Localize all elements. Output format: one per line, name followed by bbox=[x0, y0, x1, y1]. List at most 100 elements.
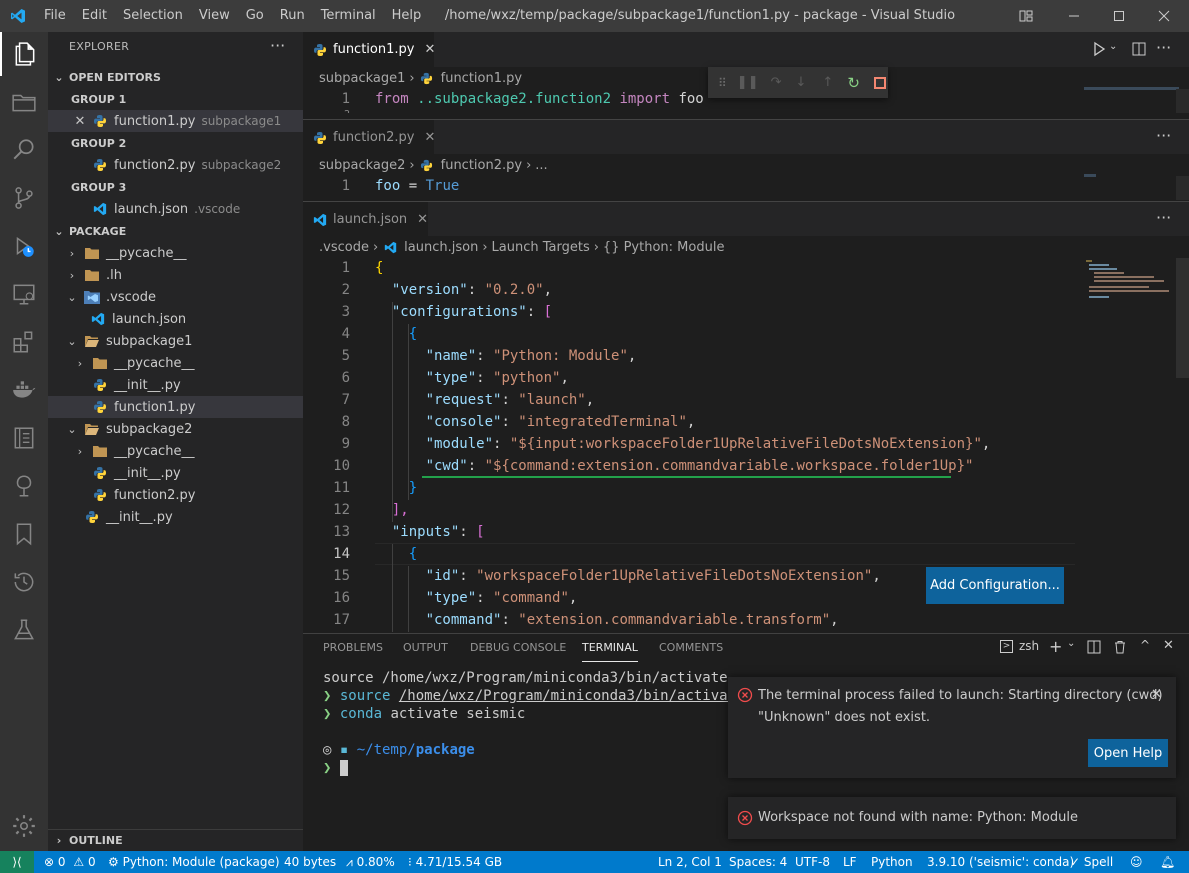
open-editor-function1[interactable]: ✕ function1.py subpackage1 bbox=[48, 110, 303, 132]
tree-folder-pycache[interactable]: › __pycache__ bbox=[48, 352, 303, 374]
layout-icon[interactable] bbox=[1003, 0, 1049, 32]
remote-explorer-icon[interactable] bbox=[0, 272, 48, 316]
breadcrumb-item[interactable]: .vscode bbox=[319, 240, 369, 255]
split-editor-icon[interactable] bbox=[1131, 41, 1147, 61]
step-into-icon[interactable]: ↓ bbox=[796, 75, 807, 90]
close-window-button[interactable] bbox=[1141, 0, 1187, 32]
history-icon[interactable] bbox=[0, 560, 48, 604]
encoding[interactable]: UTF-8 bbox=[795, 851, 830, 873]
search-icon[interactable] bbox=[0, 128, 48, 172]
indentation[interactable]: Spaces: 4 bbox=[729, 851, 787, 873]
tree-folder-pycache[interactable]: › __pycache__ bbox=[48, 440, 303, 462]
more-actions-icon[interactable]: ··· bbox=[1156, 208, 1171, 227]
close-notification-icon[interactable]: ✕ bbox=[1151, 687, 1162, 702]
package-section[interactable]: ⌄ PACKAGE bbox=[48, 220, 303, 242]
terminal-input[interactable]: ❯ bbox=[323, 760, 348, 776]
tree-file-function2[interactable]: function2.py bbox=[48, 484, 303, 506]
spell-check[interactable]: ✓ Spell bbox=[1070, 851, 1113, 873]
docker-icon[interactable] bbox=[0, 368, 48, 412]
menu-view[interactable]: View bbox=[191, 0, 238, 32]
menu-terminal[interactable]: Terminal bbox=[313, 0, 384, 32]
bookmark-icon[interactable] bbox=[0, 512, 48, 556]
editor-2-code[interactable]: 1 foo = True bbox=[303, 176, 1189, 200]
step-over-icon[interactable]: ↷ bbox=[771, 75, 782, 90]
tree-folder-vscode[interactable]: ⌄ .vscode bbox=[48, 286, 303, 308]
breadcrumb-item[interactable]: {} Python: Module bbox=[603, 240, 725, 255]
close-icon[interactable]: ✕ bbox=[72, 114, 88, 129]
tree-folder-lh[interactable]: › .lh bbox=[48, 264, 303, 286]
breadcrumb-item[interactable]: subpackage2 bbox=[319, 158, 405, 173]
run-python-icon[interactable] bbox=[1091, 41, 1107, 61]
source-control-icon[interactable] bbox=[0, 176, 48, 220]
open-editors-section[interactable]: ⌄ OPEN EDITORS bbox=[48, 66, 303, 88]
close-tab-icon[interactable]: ✕ bbox=[424, 130, 435, 145]
tab-comments[interactable]: COMMENTS bbox=[659, 634, 723, 662]
scrollbar-thumb[interactable] bbox=[1176, 258, 1189, 378]
feedback-icon[interactable]: ☺ bbox=[1130, 851, 1143, 873]
chevron-down-icon[interactable]: ⌄ bbox=[1067, 638, 1075, 649]
scrollbar[interactable] bbox=[1176, 89, 1189, 113]
breadcrumb-item[interactable]: ... bbox=[535, 158, 547, 173]
tree-icon[interactable] bbox=[0, 464, 48, 508]
new-terminal-icon[interactable]: + bbox=[1049, 637, 1062, 656]
menu-file[interactable]: File bbox=[36, 0, 74, 32]
add-configuration-button[interactable]: Add Configuration... bbox=[926, 567, 1064, 604]
tab-function2[interactable]: function2.py ✕ bbox=[303, 120, 435, 155]
split-terminal-icon[interactable] bbox=[1087, 640, 1101, 658]
folder-icon[interactable] bbox=[0, 80, 48, 124]
menu-run[interactable]: Run bbox=[272, 0, 313, 32]
menu-selection[interactable]: Selection bbox=[115, 0, 191, 32]
run-debug-icon[interactable] bbox=[0, 224, 48, 268]
python-interpreter[interactable]: 3.9.10 ('seismic': conda) bbox=[927, 851, 1074, 873]
explorer-icon[interactable] bbox=[0, 32, 48, 76]
line-ending[interactable]: LF bbox=[843, 851, 857, 873]
breadcrumb-item[interactable]: subpackage1 bbox=[319, 71, 405, 86]
book-icon[interactable] bbox=[0, 416, 48, 460]
tree-folder-subpackage1[interactable]: ⌄ subpackage1 bbox=[48, 330, 303, 352]
drag-handle-icon[interactable]: ⠿ bbox=[718, 76, 727, 90]
problems-indicator[interactable]: ⊗ 0 ⚠ 0 bbox=[44, 851, 96, 873]
manage-gear-icon[interactable] bbox=[0, 804, 48, 848]
tab-problems[interactable]: PROBLEMS bbox=[323, 634, 383, 662]
tab-function1[interactable]: function1.py ✕ bbox=[303, 32, 435, 67]
step-out-icon[interactable]: ↑ bbox=[822, 75, 833, 90]
pause-icon[interactable]: ❚❚ bbox=[737, 75, 759, 90]
restart-icon[interactable]: ↻ bbox=[847, 74, 860, 92]
cursor-position[interactable]: Ln 2, Col 1 bbox=[658, 851, 722, 873]
tree-folder-subpackage2[interactable]: ⌄ subpackage2 bbox=[48, 418, 303, 440]
tab-launch-json[interactable]: launch.json ✕ bbox=[303, 202, 428, 237]
testing-icon[interactable] bbox=[0, 608, 48, 652]
tab-debug-console[interactable]: DEBUG CONSOLE bbox=[470, 634, 566, 662]
scrollbar[interactable] bbox=[1176, 176, 1189, 200]
tab-output[interactable]: OUTPUT bbox=[403, 634, 448, 662]
language-mode[interactable]: Python bbox=[871, 851, 913, 873]
close-tab-icon[interactable]: ✕ bbox=[417, 212, 428, 227]
editor-3-code[interactable]: 1 2 3 4 5 6 7 8 9 10 11 12 13 14 15 16 1… bbox=[303, 258, 1189, 632]
open-help-button[interactable]: Open Help bbox=[1088, 739, 1168, 767]
terminal-shell-selector[interactable]: > zsh bbox=[1000, 639, 1039, 653]
breadcrumb-item[interactable]: function1.py bbox=[441, 71, 522, 86]
more-actions-icon[interactable]: ··· bbox=[270, 36, 285, 55]
open-editor-launch-json[interactable]: launch.json .vscode bbox=[48, 198, 303, 220]
outline-section[interactable]: › OUTLINE bbox=[48, 829, 303, 851]
open-editor-function2[interactable]: function2.py subpackage2 bbox=[48, 154, 303, 176]
menu-help[interactable]: Help bbox=[384, 0, 430, 32]
tree-file-init[interactable]: __init__.py bbox=[48, 462, 303, 484]
remote-indicator-icon[interactable]: ⟩⟨ bbox=[0, 851, 34, 873]
notifications-bell-icon[interactable]: 🔔︎ bbox=[1160, 851, 1175, 873]
breadcrumb-item[interactable]: launch.json bbox=[404, 240, 478, 255]
more-actions-icon[interactable]: ··· bbox=[1156, 126, 1171, 145]
breadcrumb-item[interactable]: Launch Targets bbox=[492, 240, 590, 255]
more-actions-icon[interactable]: ··· bbox=[1156, 38, 1171, 57]
tab-terminal[interactable]: TERMINAL bbox=[582, 634, 638, 662]
tree-file-init-root[interactable]: __init__.py bbox=[48, 506, 303, 528]
maximize-panel-icon[interactable]: ^ bbox=[1140, 638, 1150, 652]
tree-file-function1[interactable]: function1.py bbox=[48, 396, 303, 418]
extensions-icon[interactable] bbox=[0, 320, 48, 364]
chevron-down-icon[interactable]: ⌄ bbox=[1109, 41, 1117, 52]
maximize-button[interactable] bbox=[1096, 0, 1142, 32]
close-panel-icon[interactable]: ✕ bbox=[1163, 638, 1174, 653]
breadcrumb-item[interactable]: function2.py bbox=[441, 158, 522, 173]
tree-folder-pycache[interactable]: › __pycache__ bbox=[48, 242, 303, 264]
tree-file-launch-json[interactable]: launch.json bbox=[48, 308, 303, 330]
